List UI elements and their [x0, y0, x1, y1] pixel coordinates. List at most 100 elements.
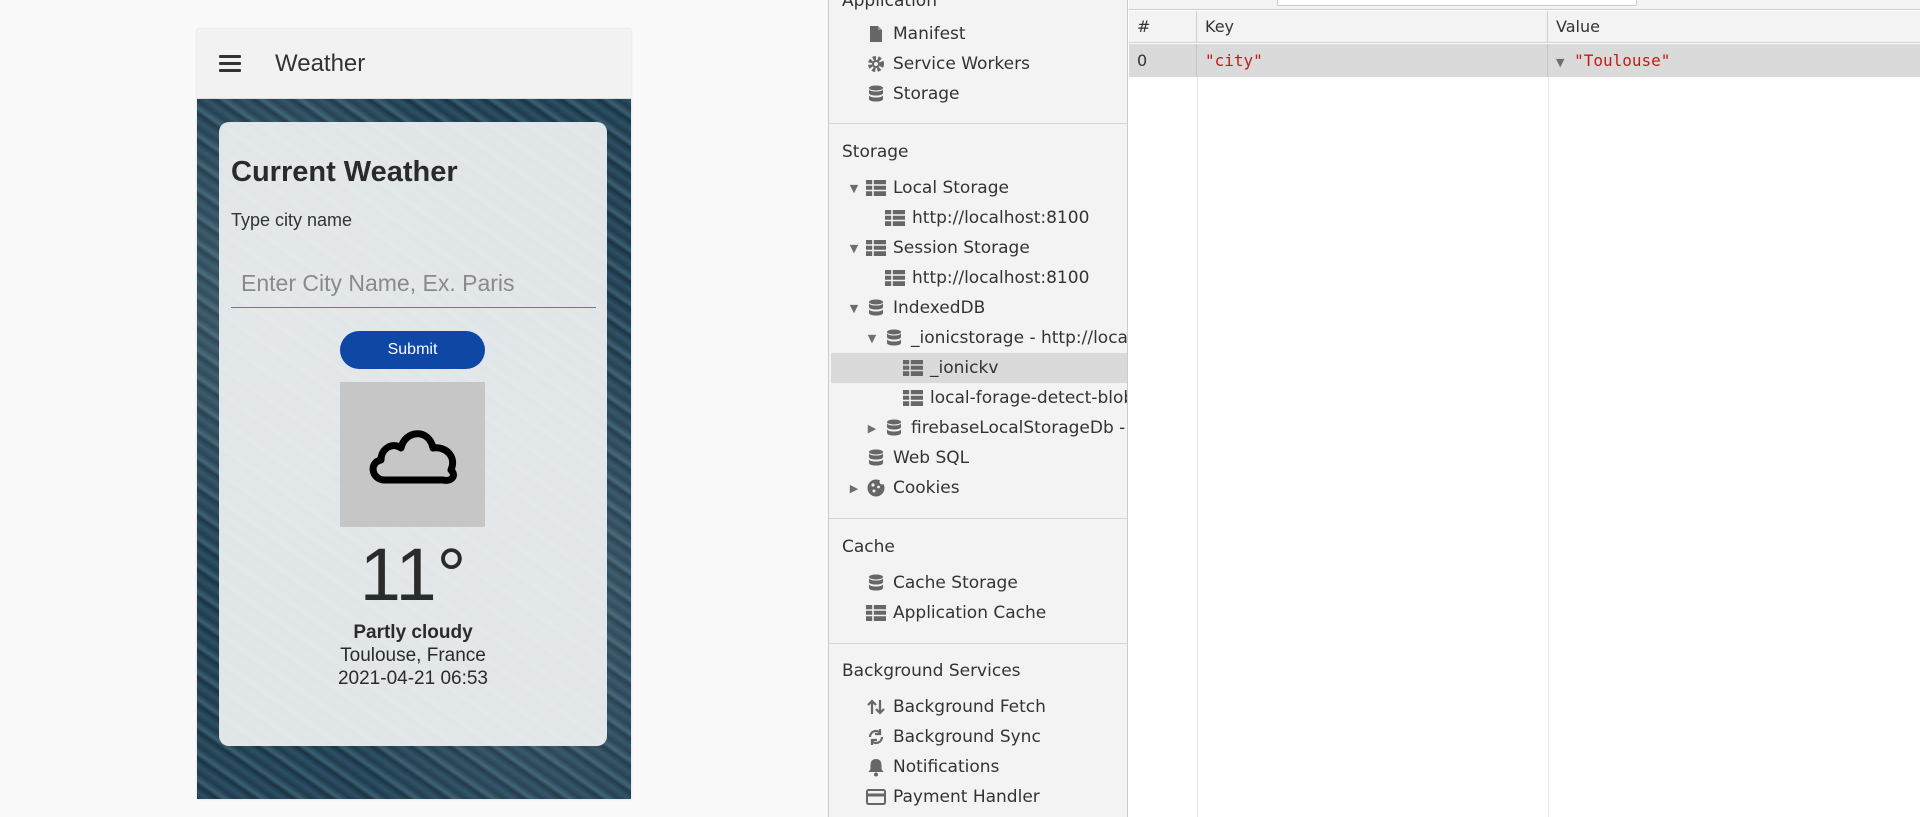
sidebar-item-background-sync[interactable]: Background Sync: [865, 722, 1041, 752]
table-toolbar: [1129, 0, 1920, 10]
sidebar-item-label: Storage: [893, 84, 960, 104]
grid-icon: [884, 268, 906, 288]
hamburger-menu-icon[interactable]: [219, 53, 249, 75]
database-icon: [865, 448, 887, 468]
sidebar-item-local-forage[interactable]: local-forage-detect-blob: [902, 383, 1128, 413]
sidebar-item-label: _ionicstorage - http://localh: [911, 328, 1128, 348]
expanded-arrow-icon[interactable]: ▼: [847, 242, 861, 255]
grid-icon: [865, 603, 887, 623]
app-content: Current Weather Type city name Submit 11…: [197, 99, 631, 799]
sidebar-item-label: Payment Handler: [893, 787, 1040, 807]
city-input[interactable]: [231, 260, 596, 308]
bell-icon: [865, 757, 887, 777]
row-key: "city": [1197, 44, 1548, 77]
database-icon: [883, 418, 905, 438]
sidebar-item-label: Cache Storage: [893, 573, 1018, 593]
sidebar-item-payment-handler[interactable]: Payment Handler: [865, 782, 1040, 812]
sidebar-item-ionickv[interactable]: _ionickv: [902, 353, 998, 383]
sidebar-item-label: Background Sync: [893, 727, 1041, 747]
expanded-arrow-icon[interactable]: ▼: [1556, 56, 1564, 69]
sidebar-item-indexeddb[interactable]: ▼ IndexedDB: [847, 293, 986, 323]
sidebar-item-label: Web SQL: [893, 448, 970, 468]
database-icon: [865, 84, 887, 104]
grid-icon: [884, 208, 906, 228]
row-key-text: "city": [1205, 51, 1263, 70]
sidebar-item-label: Background Fetch: [893, 697, 1046, 717]
up-down-arrows-icon: [865, 697, 887, 717]
section-cache: Cache: [842, 537, 895, 557]
storage-data-table: # Key Value 0 "city" ▼ "Toulouse": [1129, 0, 1920, 817]
sidebar-item-cookies[interactable]: ▶ Cookies: [847, 473, 960, 503]
sidebar-item-label: Local Storage: [893, 178, 1009, 198]
collapsed-arrow-icon[interactable]: ▶: [847, 482, 861, 495]
grid-icon: [865, 178, 887, 198]
sidebar-item-label: Manifest: [893, 24, 966, 44]
sidebar-item-notifications[interactable]: Notifications: [865, 752, 999, 782]
sidebar-item-local-storage[interactable]: ▼ Local Storage: [847, 173, 1009, 203]
sidebar-item-label: Cookies: [893, 478, 960, 498]
database-icon: [865, 298, 887, 318]
column-divider: [1197, 77, 1198, 817]
database-icon: [883, 328, 905, 348]
devtools-application-sidebar: Application Manifest Service Workers Sto…: [828, 0, 1128, 817]
sidebar-item-cache-storage[interactable]: Cache Storage: [865, 568, 1018, 598]
cookie-icon: [865, 478, 887, 498]
sidebar-item-service-workers[interactable]: Service Workers: [865, 49, 1030, 79]
gear-icon: [865, 54, 887, 74]
column-header-value[interactable]: Value: [1548, 11, 1920, 43]
column-header-key[interactable]: Key: [1197, 11, 1548, 43]
divider: [829, 643, 1127, 644]
sidebar-item-storage[interactable]: Storage: [865, 79, 960, 109]
cloud-icon: [340, 382, 485, 527]
expanded-arrow-icon[interactable]: ▼: [847, 182, 861, 195]
sidebar-item-session-storage[interactable]: ▼ Session Storage: [847, 233, 1030, 263]
column-divider: [1548, 77, 1549, 817]
section-background-services: Background Services: [842, 661, 1021, 681]
grid-icon: [902, 388, 924, 408]
app-toolbar: Weather: [197, 29, 631, 99]
temperature: 11°: [359, 533, 467, 616]
sidebar-item-label: http://localhost:8100: [912, 268, 1090, 288]
sidebar-item-label: http://localhost:8100: [912, 208, 1090, 228]
row-index: 0: [1129, 44, 1197, 77]
sidebar-item-application-cache[interactable]: Application Cache: [865, 598, 1046, 628]
sidebar-item-session-storage-origin[interactable]: http://localhost:8100: [884, 263, 1089, 293]
table-row[interactable]: 0 "city" ▼ "Toulouse": [1129, 44, 1920, 77]
sidebar-item-label: IndexedDB: [893, 298, 986, 318]
card-title: Current Weather: [231, 156, 458, 188]
sidebar-item-label: _ionickv: [930, 358, 999, 378]
column-header-index[interactable]: #: [1129, 11, 1197, 43]
file-icon: [865, 24, 887, 44]
divider: [829, 518, 1127, 519]
sidebar-item-label: Application Cache: [893, 603, 1047, 623]
sidebar-item-firebase-db[interactable]: ▶ firebaseLocalStorageDb - h: [865, 413, 1128, 443]
city-label: Type city name: [231, 210, 353, 230]
divider: [829, 123, 1127, 124]
sidebar-item-background-fetch[interactable]: Background Fetch: [865, 692, 1046, 722]
weather-card: Current Weather Type city name Submit 11…: [219, 122, 607, 746]
app-title: Weather: [275, 49, 366, 77]
section-application: Application: [842, 0, 937, 11]
sidebar-item-label: Service Workers: [893, 54, 1030, 74]
expanded-arrow-icon[interactable]: ▼: [865, 332, 879, 345]
sidebar-item-label: Notifications: [893, 757, 1000, 777]
database-icon: [865, 573, 887, 593]
table-header: # Key Value: [1129, 11, 1920, 43]
expanded-arrow-icon[interactable]: ▼: [847, 302, 861, 315]
sidebar-item-label: Session Storage: [893, 238, 1030, 258]
row-value-text: "Toulouse": [1574, 51, 1671, 70]
sync-icon: [865, 727, 887, 747]
sidebar-item-web-sql[interactable]: Web SQL: [865, 443, 969, 473]
collapsed-arrow-icon[interactable]: ▶: [865, 422, 879, 435]
sidebar-item-local-storage-origin[interactable]: http://localhost:8100: [884, 203, 1089, 233]
sidebar-item-label: local-forage-detect-blob: [930, 388, 1128, 408]
submit-button[interactable]: Submit: [340, 331, 485, 369]
filter-input[interactable]: [1277, 0, 1637, 6]
sidebar-item-ionicstorage-db[interactable]: ▼ _ionicstorage - http://localh: [865, 323, 1128, 353]
grid-icon: [865, 238, 887, 258]
sidebar-item-label: firebaseLocalStorageDb - h: [911, 418, 1128, 438]
row-value: ▼ "Toulouse": [1548, 44, 1920, 77]
weather-condition: Partly cloudy: [353, 622, 473, 643]
sidebar-item-manifest[interactable]: Manifest: [865, 19, 966, 49]
section-storage: Storage: [842, 142, 909, 162]
